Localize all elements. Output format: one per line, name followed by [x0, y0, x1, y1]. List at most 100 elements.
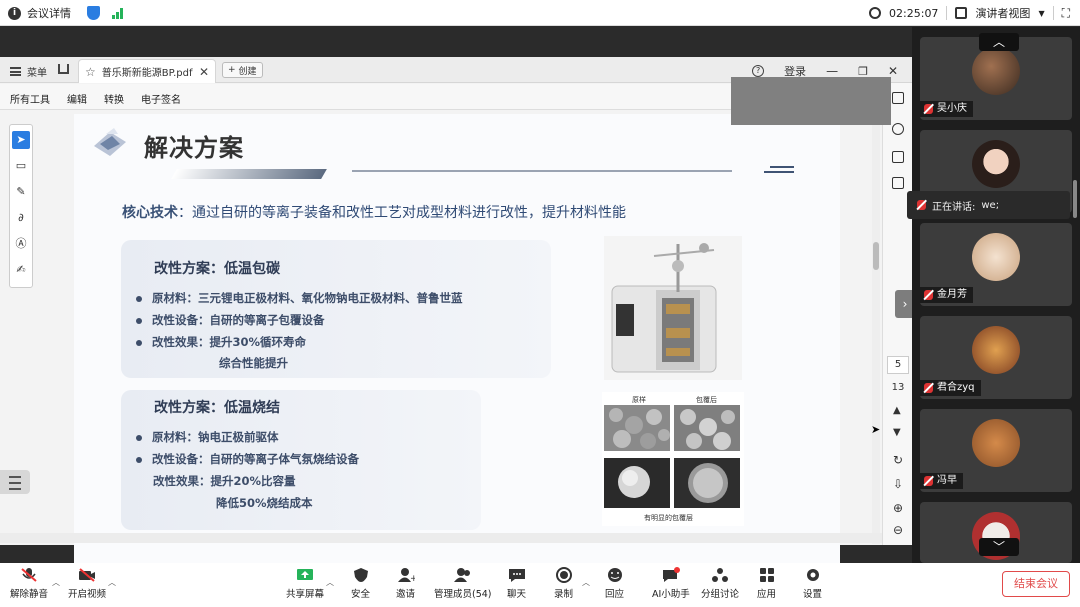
chevron-up-icon[interactable]: ︿	[326, 577, 334, 588]
mic-off-icon	[924, 290, 933, 300]
security-button[interactable]: 安全	[351, 567, 370, 600]
chevron-up-icon[interactable]: ︿	[52, 577, 60, 588]
comment-icon[interactable]: ▭	[12, 157, 30, 175]
participant-name: 金月芳	[937, 289, 967, 300]
speaking-indicator: 正在讲话: we;	[907, 191, 1070, 219]
breakout-button[interactable]: 分组讨论	[701, 567, 739, 600]
toolbar-convert[interactable]: 转换	[104, 91, 124, 106]
ai-assistant-button[interactable]: AI小助手	[652, 567, 690, 600]
participant-card[interactable]: 金月芳	[920, 223, 1072, 306]
shield-icon[interactable]	[87, 6, 100, 20]
fullscreen-icon[interactable]: ⛶	[1062, 6, 1070, 21]
shield-icon	[352, 567, 370, 583]
end-meeting-button[interactable]: 结束会议	[1002, 571, 1070, 597]
chevron-up-icon[interactable]: ︿	[108, 577, 116, 588]
close-icon[interactable]: ✕	[199, 65, 209, 79]
decorative-line	[352, 170, 732, 172]
bookmark-icon[interactable]	[892, 151, 904, 163]
mouse-cursor-icon: ➤	[871, 423, 881, 436]
side-panel-toggle[interactable]	[0, 470, 30, 494]
toolbar-all-tools[interactable]: 所有工具	[10, 91, 50, 106]
emoji-icon	[606, 567, 624, 583]
lasso-icon[interactable]: ∂	[12, 209, 30, 227]
comment-icon[interactable]	[892, 123, 904, 135]
meeting-timer: 02:25:07	[889, 6, 939, 20]
help-icon[interactable]: ?	[752, 65, 765, 77]
record-button[interactable]: 录制	[554, 567, 573, 600]
unmute-button[interactable]: 解除静音	[10, 567, 48, 600]
scroll-thumb[interactable]	[873, 242, 879, 270]
participants-scrollbar[interactable]	[1073, 180, 1077, 218]
menu-icon[interactable]	[10, 67, 21, 76]
zoom-out-icon[interactable]: ⊖	[893, 523, 903, 537]
avatar	[972, 326, 1020, 374]
chevron-up-icon[interactable]: ︿	[979, 33, 1019, 51]
section1-item: 原材料：三元锂电正极材料、氧化物钠电正极材料、普鲁世蓝	[136, 290, 463, 306]
page-total: 13	[891, 382, 905, 393]
participant-name: 冯早	[937, 475, 957, 486]
svg-text:+: +	[410, 574, 415, 583]
share-screen-icon	[296, 567, 314, 583]
chevron-down-icon[interactable]: ﹀	[979, 538, 1019, 556]
text-box-icon[interactable]: Ⓐ	[12, 235, 30, 253]
invite-button[interactable]: + 邀请	[396, 567, 417, 600]
core-label: 核心技术	[122, 205, 178, 221]
pdf-page: 解决方案 核心技术：通过自研的等离子装备和改性工艺对成型材料进行改性，提升材料性…	[74, 114, 840, 600]
meeting-details-link[interactable]: 会议详情	[27, 5, 71, 21]
manage-members-button[interactable]: 管理成员(54)	[434, 567, 492, 600]
close-window-icon[interactable]: ✕	[888, 64, 898, 78]
chat-icon	[508, 567, 526, 583]
layout-icon[interactable]	[955, 7, 968, 19]
chevron-up-icon[interactable]: ︿	[582, 577, 590, 588]
download-icon[interactable]: ⇩	[893, 477, 903, 491]
menu-label[interactable]: 菜单	[27, 64, 47, 79]
mail-icon[interactable]	[892, 92, 904, 104]
chat-button[interactable]: 聊天	[507, 567, 526, 600]
copy-icon[interactable]	[892, 177, 904, 189]
manage-members-label: 管理成员(54)	[434, 589, 492, 600]
share-screen-button[interactable]: 共享屏幕	[286, 567, 324, 600]
signal-icon[interactable]	[112, 7, 123, 19]
participant-card[interactable]: 冯早	[920, 409, 1072, 492]
settings-button[interactable]: 设置	[803, 567, 822, 600]
pen-icon[interactable]: ✎	[12, 183, 30, 201]
microscopy-figure: 原样 包覆后 有明显的包覆层	[602, 392, 744, 526]
page-number-input[interactable]: 5	[887, 356, 909, 374]
camera-off-icon	[78, 567, 96, 583]
mic-off-icon	[924, 476, 933, 486]
section2-title: 改性方案：低温烧结	[154, 400, 280, 416]
chevron-down-icon[interactable]: ▼	[1038, 9, 1044, 18]
video-button[interactable]: 开启视频	[68, 567, 106, 600]
zoom-in-icon[interactable]: ⊕	[893, 501, 903, 515]
video-label: 开启视频	[68, 589, 107, 600]
gear-icon	[804, 567, 822, 583]
section1-item: 改性效果：提升30%循环寿命	[136, 334, 306, 350]
sem-image-coated	[674, 405, 740, 451]
presenter-view-dropdown[interactable]: 演讲者视图	[975, 5, 1030, 21]
avatar	[972, 419, 1020, 467]
apps-button[interactable]: 应用	[757, 567, 776, 600]
micro-label-original: 原样	[632, 396, 646, 404]
stamp-icon[interactable]: ✍	[12, 261, 30, 279]
chevron-down-icon[interactable]: ▼	[893, 427, 901, 438]
new-tab-button[interactable]: + 创建	[222, 62, 263, 78]
mic-off-icon	[924, 104, 933, 114]
toolbar-esign[interactable]: 电子签名	[141, 91, 181, 106]
home-icon[interactable]	[58, 64, 69, 74]
react-button[interactable]: 回应	[605, 567, 624, 600]
star-icon[interactable]: ☆	[85, 65, 96, 79]
participant-card[interactable]: 君合zyq	[920, 316, 1072, 399]
select-cursor-icon[interactable]: ➤	[12, 131, 30, 149]
masked-region	[731, 77, 891, 125]
micro-caption: 有明显的包覆层	[644, 514, 693, 522]
toolbar-edit[interactable]: 编辑	[67, 91, 87, 106]
refresh-icon[interactable]: ↻	[893, 453, 903, 467]
pdf-tab[interactable]: ☆ 普乐斯新能源BP.pdf ✕	[78, 59, 216, 83]
invite-icon: +	[397, 567, 417, 584]
pdf-horizontal-scrollbar[interactable]	[0, 533, 882, 543]
pdf-vertical-scrollbar[interactable]	[872, 114, 880, 544]
info-icon[interactable]: i	[8, 6, 21, 20]
restore-icon[interactable]: ❐	[858, 65, 868, 78]
chevron-up-icon[interactable]: ▲	[893, 405, 901, 416]
minimize-icon[interactable]: —	[826, 64, 838, 78]
